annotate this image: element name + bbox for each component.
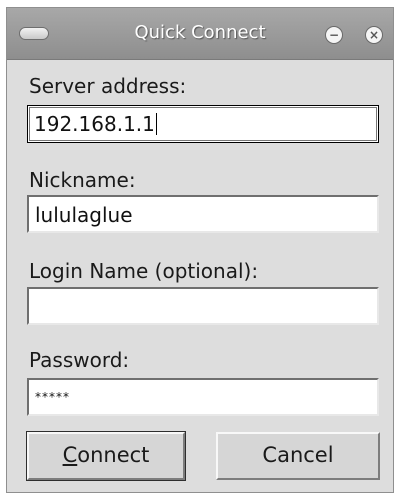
server-address-input[interactable]: 192.168.1.1: [27, 105, 379, 143]
connect-button[interactable]: Connect: [26, 431, 186, 481]
minimize-icon[interactable]: −: [325, 26, 343, 44]
quick-connect-dialog: Quick Connect − × Server address: 192.16…: [6, 7, 394, 493]
password-label: Password:: [29, 348, 130, 372]
nickname-value: lululaglue: [35, 203, 133, 227]
title-bar[interactable]: Quick Connect − ×: [7, 8, 393, 60]
password-value: *****: [35, 390, 70, 404]
close-icon[interactable]: ×: [365, 26, 383, 44]
password-input[interactable]: *****: [27, 378, 379, 416]
text-caret: [155, 113, 157, 135]
cancel-button[interactable]: Cancel: [216, 432, 380, 480]
nickname-input[interactable]: lululaglue: [27, 195, 379, 233]
server-address-label: Server address:: [29, 74, 187, 98]
server-address-value: 192.168.1.1: [34, 112, 155, 136]
nickname-label: Nickname:: [29, 168, 136, 192]
login-name-label: Login Name (optional):: [29, 259, 259, 283]
login-name-input[interactable]: [27, 287, 379, 325]
connect-label: onnect: [77, 443, 150, 467]
connect-mnemonic: C: [62, 443, 78, 467]
